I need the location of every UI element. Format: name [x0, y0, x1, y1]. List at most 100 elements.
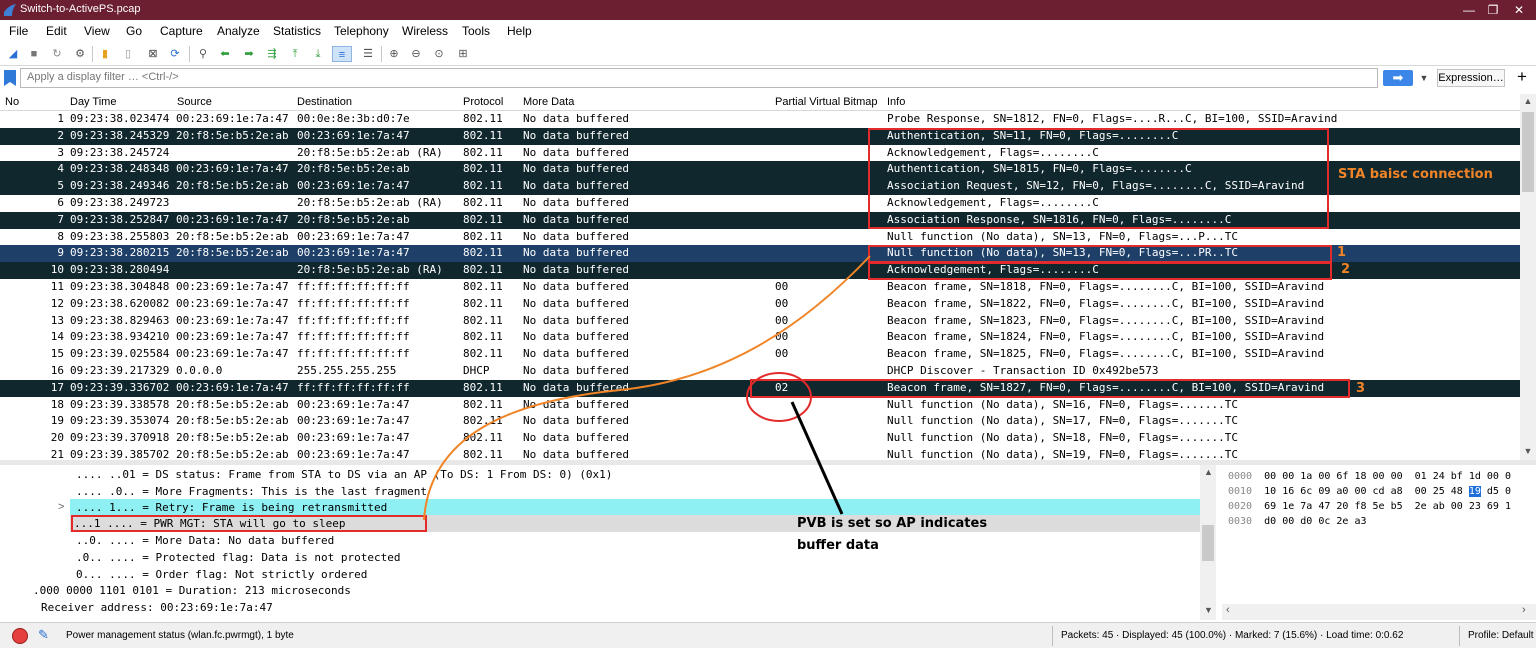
- packet-row[interactable]: 13 09:23:38.829463 00:23:69:1e:7a:47 ff:ff:…: [0, 313, 1520, 330]
- autoscroll-icon[interactable]: ≡: [332, 46, 352, 62]
- close-button[interactable]: ✕: [1496, 0, 1536, 20]
- detail-line[interactable]: ...1 .... = PWR MGT: STA will go to slee…: [70, 515, 1200, 532]
- menu-analyze[interactable]: Analyze: [217, 24, 260, 38]
- col-more-data[interactable]: More Data: [523, 96, 574, 108]
- packet-row[interactable]: 12 09:23:38.620082 00:23:69:1e:7a:47 ff:ff:…: [0, 296, 1520, 313]
- start-capture-icon[interactable]: ◢: [5, 46, 21, 62]
- apply-filter-button[interactable]: ➡: [1383, 70, 1413, 86]
- packet-row[interactable]: 18 09:23:39.338578 20:f8:5e:b5:2e:ab 00:23:…: [0, 397, 1520, 414]
- scroll-up-icon[interactable]: ▲: [1204, 467, 1213, 477]
- bookmark-icon[interactable]: [4, 70, 16, 86]
- packet-row[interactable]: 1 09:23:38.023474 00:23:69:1e:7a:47 00:0e:8…: [0, 111, 1520, 128]
- scroll-down-icon[interactable]: ▼: [1520, 446, 1536, 456]
- detail-line[interactable]: 0... .... = Order flag: Not strictly ord…: [76, 566, 367, 583]
- go-first-icon[interactable]: ⤒: [287, 46, 303, 62]
- col-no[interactable]: No: [5, 96, 19, 108]
- chevron-right-icon[interactable]: >: [58, 501, 64, 513]
- menu-tools[interactable]: Tools: [462, 24, 490, 38]
- menu-help[interactable]: Help: [507, 24, 532, 38]
- packet-row[interactable]: 5 09:23:38.249346 20:f8:5e:b5:2e:ab 00:23:6…: [0, 178, 1520, 195]
- detail-line[interactable]: .... ..01 = DS status: Frame from STA to…: [76, 466, 612, 483]
- col-time[interactable]: Day Time: [70, 96, 116, 108]
- detail-line[interactable]: .0.. .... = Protected flag: Data is not …: [76, 549, 401, 566]
- packet-row[interactable]: 21 09:23:39.385702 20:f8:5e:b5:2e:ab 00:23:…: [0, 447, 1520, 460]
- bytes-line[interactable]: 0020 69 1e 7a 47 20 f8 5e b5 2e ab 00 23…: [1228, 499, 1511, 514]
- stop-capture-icon[interactable]: ■: [26, 46, 42, 62]
- menu-edit[interactable]: Edit: [46, 24, 67, 38]
- detail-line[interactable]: .... 1... = Retry: Frame is being retran…: [70, 499, 1200, 516]
- menu-telephony[interactable]: Telephony: [334, 24, 389, 38]
- detail-line[interactable]: ..0. .... = More Data: No data buffered: [76, 532, 334, 549]
- display-filter-input[interactable]: Apply a display filter … <Ctrl-/>: [20, 68, 1378, 88]
- packet-row[interactable]: 6 09:23:38.249723 20:f8:5e:b5:2e:ab (RA) 80…: [0, 195, 1520, 212]
- zoom-in-icon[interactable]: ⊕: [386, 46, 402, 62]
- bytes-line[interactable]: 0010 10 16 6c 09 a0 00 cd a8 00 25 48 19…: [1228, 484, 1511, 499]
- colorize-icon[interactable]: ☰: [360, 46, 376, 62]
- packet-row[interactable]: 8 09:23:38.255803 20:f8:5e:b5:2e:ab 00:23:6…: [0, 229, 1520, 246]
- col-source[interactable]: Source: [177, 96, 212, 108]
- bytes-hscrollbar[interactable]: ‹ ›: [1222, 604, 1536, 620]
- detail-line[interactable]: .000 0000 1101 0101 = Duration: 213 micr…: [33, 582, 351, 599]
- expert-info-icon[interactable]: [12, 628, 28, 644]
- status-profile[interactable]: Profile: Default: [1468, 630, 1534, 641]
- go-back-icon[interactable]: ⬅: [217, 46, 233, 62]
- packet-list-scrollbar[interactable]: ▲ ▼: [1520, 94, 1536, 460]
- menu-view[interactable]: View: [84, 24, 110, 38]
- packet-row[interactable]: 14 09:23:38.934210 00:23:69:1e:7a:47 ff:ff:…: [0, 329, 1520, 346]
- packet-row[interactable]: 17 09:23:39.336702 00:23:69:1e:7a:47 ff:ff:…: [0, 379, 1520, 397]
- col-info[interactable]: Info: [887, 96, 905, 108]
- packet-row[interactable]: 15 09:23:39.025584 00:23:69:1e:7a:47 ff:ff:…: [0, 346, 1520, 363]
- scroll-down-icon[interactable]: ▼: [1204, 605, 1213, 615]
- reload-file-icon[interactable]: ⟳: [167, 46, 183, 62]
- resize-columns-icon[interactable]: ⊞: [455, 46, 471, 62]
- restart-capture-icon[interactable]: ↻: [49, 46, 65, 62]
- cell-destination: 00:23:69:1e:7a:47: [297, 246, 410, 260]
- menu-statistics[interactable]: Statistics: [273, 24, 321, 38]
- details-scrollbar[interactable]: ▲ ▼: [1200, 465, 1216, 620]
- add-filter-button[interactable]: +: [1512, 68, 1532, 87]
- packet-row[interactable]: 10 09:23:38.280494 20:f8:5e:b5:2e:ab (RA) 8…: [0, 262, 1520, 279]
- close-file-icon[interactable]: ⊠: [145, 46, 161, 62]
- scroll-right-icon[interactable]: ›: [1522, 604, 1526, 616]
- col-destination[interactable]: Destination: [297, 96, 352, 108]
- scroll-left-icon[interactable]: ‹: [1226, 604, 1230, 616]
- bytes-line[interactable]: 0000 00 00 1a 00 6f 18 00 00 01 24 bf 1d…: [1228, 469, 1511, 484]
- packet-row[interactable]: 4 09:23:38.248348 00:23:69:1e:7a:47 20:f8:5…: [0, 161, 1520, 179]
- save-file-icon[interactable]: ▯: [120, 46, 136, 62]
- menu-go[interactable]: Go: [126, 24, 142, 38]
- packet-row[interactable]: 20 09:23:39.370918 20:f8:5e:b5:2e:ab 00:23:…: [0, 430, 1520, 447]
- open-file-icon[interactable]: ▮: [97, 46, 113, 62]
- packet-row[interactable]: 19 09:23:39.353074 20:f8:5e:b5:2e:ab 00:23:…: [0, 413, 1520, 430]
- find-packet-icon[interactable]: ⚲: [195, 46, 211, 62]
- bytes-line[interactable]: 0030 d0 00 d0 0c 2e a3: [1228, 514, 1367, 529]
- cell-more-data: No data buffered: [523, 313, 629, 327]
- col-protocol[interactable]: Protocol: [463, 96, 503, 108]
- expression-button[interactable]: Expression…: [1437, 69, 1505, 87]
- packet-row[interactable]: 9 09:23:38.280215 20:f8:5e:b5:2e:ab 00:23:6…: [0, 245, 1520, 263]
- go-forward-icon[interactable]: ➡: [241, 46, 257, 62]
- edit-comment-icon[interactable]: ✎: [38, 627, 56, 645]
- zoom-out-icon[interactable]: ⊖: [408, 46, 424, 62]
- menu-file[interactable]: File: [9, 24, 28, 38]
- menu-capture[interactable]: Capture: [160, 24, 203, 38]
- packet-row[interactable]: 11 09:23:38.304848 00:23:69:1e:7a:47 ff:ff:…: [0, 279, 1520, 296]
- scroll-thumb[interactable]: [1202, 525, 1214, 561]
- scroll-thumb[interactable]: [1522, 112, 1534, 192]
- packet-row[interactable]: 2 09:23:38.245329 20:f8:5e:b5:2e:ab 00:23:6…: [0, 127, 1520, 145]
- detail-line[interactable]: .... .0.. = More Fragments: This is the …: [76, 483, 427, 500]
- scroll-up-icon[interactable]: ▲: [1520, 96, 1536, 106]
- packet-row[interactable]: 3 09:23:38.245724 20:f8:5e:b5:2e:ab (RA) 80…: [0, 145, 1520, 162]
- packet-row[interactable]: 7 09:23:38.252847 00:23:69:1e:7a:47 20:f8:5…: [0, 211, 1520, 229]
- detail-line[interactable]: Receiver address: 00:23:69:1e:7a:47: [41, 599, 273, 616]
- status-field-text: Power management status (wlan.fc.pwrmgt)…: [66, 630, 294, 641]
- col-pvb[interactable]: Partial Virtual Bitmap: [775, 96, 878, 108]
- capture-options-icon[interactable]: ⚙: [72, 46, 88, 62]
- menu-wireless[interactable]: Wireless: [402, 24, 448, 38]
- chevron-down-icon[interactable]: ▼: [1417, 70, 1431, 86]
- cell-protocol: 802.11: [463, 313, 503, 327]
- cell-source: 00:23:69:1e:7a:47: [176, 112, 289, 125]
- go-to-packet-icon[interactable]: ⇶: [264, 46, 280, 62]
- go-last-icon[interactable]: ⤓: [310, 46, 326, 62]
- zoom-normal-icon[interactable]: ⊙: [431, 46, 447, 62]
- packet-row[interactable]: 16 09:23:39.217329 0.0.0.0 255.255.255.255 D…: [0, 363, 1520, 380]
